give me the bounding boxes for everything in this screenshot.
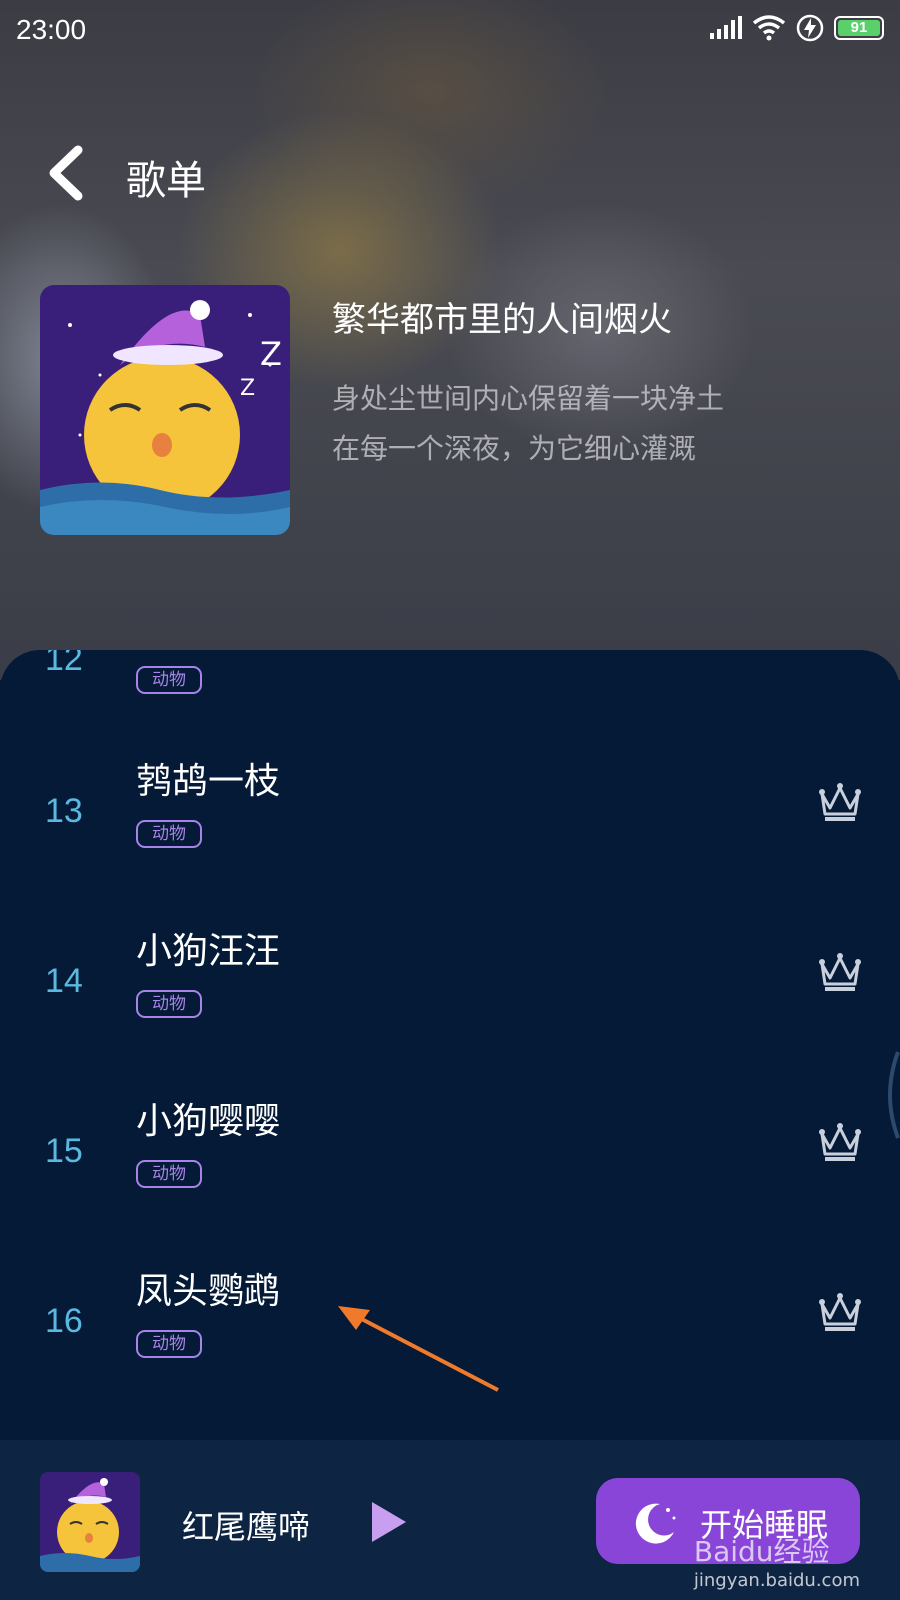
- playlist-description: 身处尘世间内心保留着一块净土 在每一个深夜，为它细心灌溉: [332, 374, 872, 474]
- track-number: 15: [45, 1132, 83, 1170]
- status-icons: 91: [708, 14, 884, 42]
- svg-text:Z: Z: [260, 335, 282, 373]
- track-row[interactable]: 15 小狗嘤嘤 动物: [0, 1064, 900, 1236]
- back-icon[interactable]: [40, 138, 100, 208]
- status-bar: 23:00 91: [0, 0, 900, 62]
- track-tag: 动物: [136, 1330, 202, 1358]
- crown-icon[interactable]: [818, 1122, 862, 1162]
- page-title: 歌单: [126, 158, 206, 204]
- status-time: 23:00: [16, 14, 87, 45]
- track-name: 小狗汪汪: [136, 931, 281, 972]
- track-tag: 动物: [136, 1160, 202, 1188]
- crown-icon[interactable]: [818, 1292, 862, 1332]
- description-line-1: 身处尘世间内心保留着一块净土: [332, 382, 725, 415]
- signal-icon: [710, 16, 742, 39]
- now-playing-title: 红尾鹰啼: [182, 1508, 311, 1546]
- track-tag: 动物: [136, 666, 202, 694]
- scroll-handle[interactable]: [880, 1050, 900, 1140]
- annotation-arrow-icon: [338, 1306, 499, 1392]
- charging-icon: [796, 14, 824, 42]
- watermark: Baidu经验 jingyan.baidu.com: [694, 1530, 860, 1591]
- track-name: 凤头鹦鹉: [136, 1271, 281, 1312]
- battery-level: 91: [838, 20, 880, 36]
- track-number: 16: [45, 1302, 83, 1340]
- track-number: 12: [45, 650, 83, 678]
- wifi-icon: [752, 15, 786, 41]
- track-name: 鹁鸪一枝: [136, 761, 281, 802]
- header: 歌单: [0, 128, 900, 218]
- watermark-line-2: jingyan.baidu.com: [693, 1570, 860, 1591]
- battery-icon: 91: [834, 16, 884, 40]
- crown-icon[interactable]: [818, 782, 862, 822]
- track-number: 14: [45, 962, 83, 1000]
- sleeping-moon-icon: [40, 1472, 140, 1572]
- playlist-title: 繁华都市里的人间烟火: [332, 300, 672, 340]
- playlist-hero: 23:00 91 歌单 Z Z 繁华都市里的人间烟火 身处尘世间内心保留着一块净…: [0, 0, 900, 680]
- track-row[interactable]: 14 小狗汪汪 动物: [0, 892, 900, 1064]
- track-row[interactable]: 13 鹁鸪一枝 动物: [0, 720, 900, 892]
- track-tag: 动物: [136, 820, 202, 848]
- description-line-2: 在每一个深夜，为它细心灌溉: [332, 432, 697, 465]
- now-playing-cover[interactable]: [40, 1472, 140, 1572]
- track-tag: 动物: [136, 990, 202, 1018]
- track-row[interactable]: 12 动物: [0, 650, 900, 712]
- moon-icon: [635, 1503, 676, 1544]
- sleeping-moon-icon: Z Z: [40, 285, 290, 535]
- watermark-line-1: Baidu经验: [693, 1535, 830, 1568]
- mini-player: 红尾鹰啼 开始睡眠 Baidu经验 jingyan.baidu.com: [0, 1440, 900, 1600]
- playlist-cover: Z Z: [40, 285, 290, 535]
- crown-icon[interactable]: [818, 952, 862, 992]
- track-name: 小狗嘤嘤: [136, 1101, 281, 1142]
- track-number: 13: [45, 792, 83, 830]
- svg-text:Z: Z: [240, 376, 255, 401]
- play-icon[interactable]: [368, 1500, 408, 1544]
